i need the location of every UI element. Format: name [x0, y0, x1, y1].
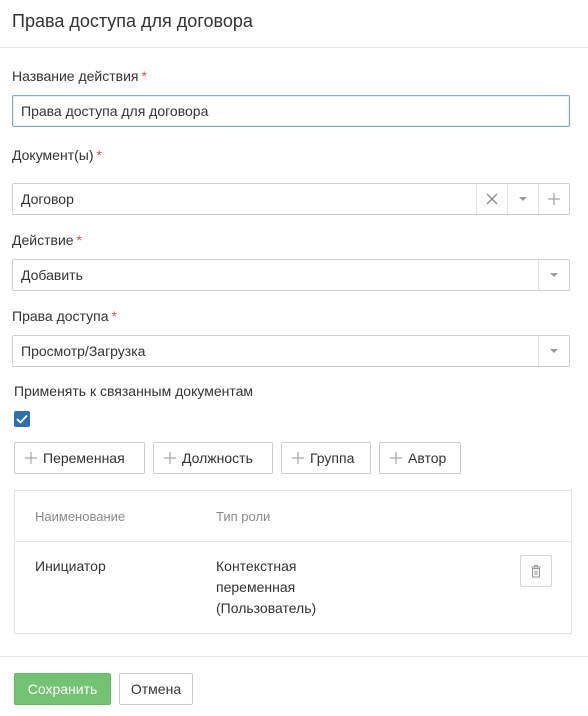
footer-divider: [0, 656, 588, 657]
add-variable-label: Переменная: [43, 450, 125, 466]
role-type-line: переменная: [216, 579, 296, 595]
row-role-type: Контекстная переменная (Пользователь): [216, 556, 316, 619]
access-rights-value: Просмотр/Загрузка: [21, 343, 146, 359]
save-button[interactable]: Сохранить: [14, 673, 111, 705]
plus-icon: [548, 193, 560, 205]
trash-icon: [531, 564, 541, 578]
required-mark: *: [141, 68, 147, 84]
apply-related-label: Применять к связанным документам: [14, 383, 253, 399]
action-label: Действие *: [12, 232, 82, 248]
documents-dropdown-button[interactable]: [507, 184, 538, 214]
required-mark: *: [111, 308, 117, 324]
action-name-label: Название действия *: [12, 68, 147, 84]
documents-clear-button[interactable]: [476, 184, 507, 214]
chevron-down-icon: [519, 197, 527, 201]
action-dropdown-button[interactable]: [538, 260, 569, 290]
plus-icon: [390, 452, 402, 464]
role-type-line: Контекстная: [216, 558, 297, 574]
add-author-button[interactable]: Автор: [379, 442, 461, 474]
column-header-role-type: Тип роли: [216, 509, 271, 524]
row-name: Инициатор: [35, 558, 106, 574]
action-value: Добавить: [21, 267, 83, 283]
documents-label-text: Документ(ы): [12, 147, 94, 163]
plus-icon: [25, 452, 37, 464]
add-author-label: Автор: [408, 450, 447, 466]
action-name-label-text: Название действия: [12, 68, 139, 84]
required-mark: *: [96, 147, 102, 163]
access-rights-label-text: Права доступа: [12, 308, 109, 324]
documents-combo[interactable]: Договор: [12, 183, 570, 215]
add-position-button[interactable]: Должность: [153, 442, 273, 474]
documents-add-button[interactable]: [538, 184, 569, 214]
add-group-button[interactable]: Группа: [281, 442, 371, 474]
apply-related-checkbox[interactable]: [14, 411, 30, 427]
action-name-input[interactable]: [12, 95, 570, 127]
dialog-title: Права доступа для договора: [12, 11, 253, 31]
plus-icon: [164, 452, 176, 464]
action-label-text: Действие: [12, 232, 74, 248]
check-icon: [16, 414, 28, 424]
access-rights-dropdown-button[interactable]: [538, 336, 569, 366]
table-divider: [15, 541, 571, 542]
add-position-label: Должность: [182, 450, 253, 466]
plus-icon: [292, 452, 304, 464]
dialog-header: Права доступа для договора: [0, 0, 588, 48]
chevron-down-icon: [550, 273, 558, 277]
column-header-name: Наименование: [35, 509, 126, 524]
action-select[interactable]: Добавить: [12, 259, 570, 291]
add-variable-button[interactable]: Переменная: [14, 442, 145, 474]
roles-table: Наименование Тип роли Инициатор Контекст…: [14, 490, 572, 634]
documents-label: Документ(ы) *: [12, 147, 102, 163]
access-rights-label: Права доступа *: [12, 308, 117, 324]
delete-row-button[interactable]: [520, 555, 552, 587]
documents-value: Договор: [21, 191, 74, 207]
close-icon: [486, 193, 498, 205]
access-rights-select[interactable]: Просмотр/Загрузка: [12, 335, 570, 367]
cancel-button[interactable]: Отмена: [119, 673, 193, 705]
required-mark: *: [76, 232, 82, 248]
chevron-down-icon: [550, 349, 558, 353]
add-group-label: Группа: [310, 450, 355, 466]
role-type-line: (Пользователь): [216, 600, 317, 616]
